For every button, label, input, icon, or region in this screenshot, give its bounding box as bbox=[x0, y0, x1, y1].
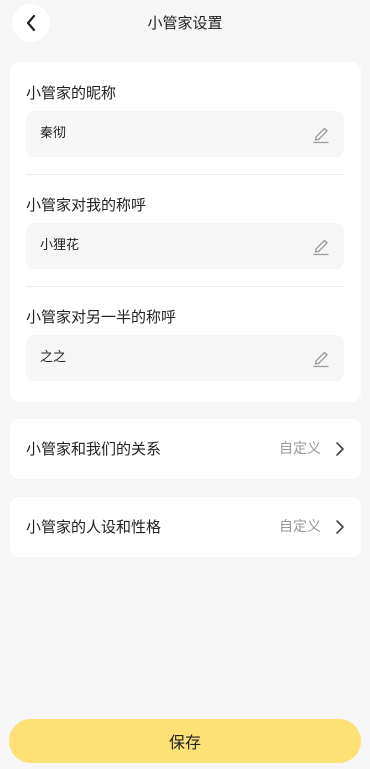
persona-row[interactable]: 小管家的人设和性格 自定义 bbox=[10, 497, 361, 557]
edit-pencil-icon[interactable] bbox=[312, 236, 330, 256]
field-label: 小管家对另一半的称呼 bbox=[26, 308, 177, 326]
row-value: 自定义 bbox=[279, 441, 321, 457]
page-title: 小管家设置 bbox=[147, 14, 223, 32]
partner-title-input[interactable]: 之之 bbox=[26, 335, 344, 381]
my-title-input[interactable]: 小狸花 bbox=[26, 223, 344, 269]
edit-pencil-icon[interactable] bbox=[312, 124, 330, 144]
divider bbox=[26, 174, 345, 175]
header: 小管家设置 bbox=[0, 0, 370, 46]
row-label: 小管家的人设和性格 bbox=[26, 518, 162, 536]
field-label: 小管家对我的称呼 bbox=[26, 196, 147, 214]
field-value: 秦彻 bbox=[40, 126, 67, 141]
row-value: 自定义 bbox=[279, 519, 321, 535]
names-card: 小管家的昵称 秦彻 小管家对我的称呼 小狸花 小管家对另一半的称呼 之之 bbox=[10, 62, 361, 402]
field-value: 之之 bbox=[40, 350, 67, 365]
field-label: 小管家的昵称 bbox=[26, 84, 117, 102]
row-label: 小管家和我们的关系 bbox=[26, 440, 162, 458]
relationship-row[interactable]: 小管家和我们的关系 自定义 bbox=[10, 419, 361, 479]
nickname-input[interactable]: 秦彻 bbox=[26, 111, 344, 157]
divider bbox=[26, 286, 345, 287]
field-value: 小狸花 bbox=[40, 238, 80, 253]
save-button[interactable]: 保存 bbox=[9, 719, 361, 763]
chevron-right-icon bbox=[336, 520, 344, 534]
edit-pencil-icon[interactable] bbox=[312, 348, 330, 368]
chevron-right-icon bbox=[336, 442, 344, 456]
